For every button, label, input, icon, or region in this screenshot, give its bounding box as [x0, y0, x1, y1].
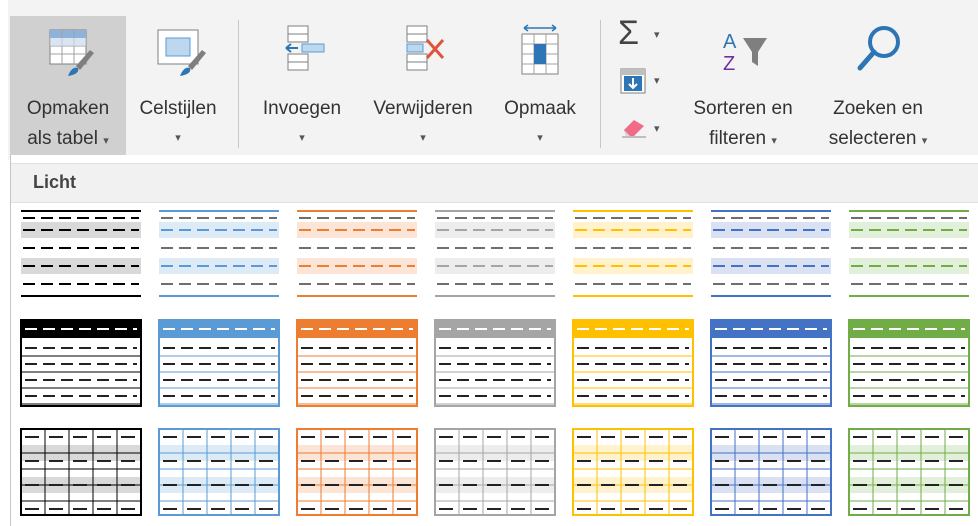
table-style-light-grid-navy[interactable]	[709, 427, 833, 519]
table-style-light-header-black[interactable]	[19, 318, 143, 410]
format-as-table-button[interactable]: Opmaken als tabel ▾	[10, 16, 126, 156]
gallery-section-label: Licht	[33, 172, 76, 192]
table-style-light-grid-gray[interactable]	[433, 427, 557, 519]
find-select-label-1: Zoeken en	[833, 98, 923, 119]
gallery-section-header: Licht	[11, 163, 978, 203]
insert-button[interactable]: Invoegen ▾	[252, 16, 352, 156]
ribbon: Opmaken als tabel ▾ Celstijlen ▾ Invoege…	[0, 0, 978, 160]
table-style-light-grid-gold[interactable]	[571, 427, 695, 519]
table-style-light-banded-gold[interactable]	[571, 208, 695, 300]
table-style-light-banded-green[interactable]	[847, 208, 971, 300]
sort-filter-label-2: filteren ▾	[709, 128, 777, 149]
worksheet-edge	[0, 158, 8, 526]
find-magnifier-icon	[848, 20, 908, 87]
insert-label: Invoegen	[262, 98, 342, 119]
table-style-gallery: Licht	[10, 155, 978, 526]
cell-styles-button[interactable]: Celstijlen ▾	[128, 16, 228, 156]
table-style-light-header-gold[interactable]	[571, 318, 695, 410]
fill-button[interactable]: ▾	[612, 66, 672, 96]
table-style-light-grid-orange[interactable]	[295, 427, 419, 519]
cell-styles-label: Celstijlen	[139, 98, 217, 119]
table-style-light-grid-green[interactable]	[847, 427, 971, 519]
table-style-light-grid-blue[interactable]	[157, 427, 281, 519]
delete-cells-icon	[393, 20, 453, 87]
format-button[interactable]: Opmaak ▾	[490, 16, 590, 156]
fill-down-icon	[620, 68, 646, 99]
sort-filter-icon: A Z	[713, 20, 773, 87]
find-select-label-2: selecteren ▾	[828, 128, 928, 149]
insert-cells-icon	[272, 20, 332, 87]
table-style-light-banded-navy[interactable]	[709, 208, 833, 300]
fill-caret: ▾	[654, 75, 660, 87]
table-style-light-banded-orange[interactable]	[295, 208, 419, 300]
autosum-icon: Σ	[618, 14, 640, 52]
svg-text:Z: Z	[723, 53, 735, 75]
format-as-table-label-1: Opmaken	[26, 98, 110, 119]
delete-button[interactable]: Verwijderen ▾	[358, 16, 488, 156]
format-as-table-label-2: als tabel ▾	[27, 128, 109, 149]
sort-filter-button[interactable]: A Z Sorteren en filteren ▾	[680, 16, 806, 156]
sort-filter-label-1: Sorteren en	[693, 98, 793, 119]
ribbon-separator	[600, 20, 601, 148]
svg-text:A: A	[723, 31, 737, 53]
table-style-light-grid-black[interactable]	[19, 427, 143, 519]
autosum-button[interactable]: Σ ▾	[612, 14, 672, 52]
delete-label: Verwijderen	[373, 98, 473, 119]
cell-styles-icon	[148, 20, 208, 87]
table-style-light-banded-black[interactable]	[19, 208, 143, 300]
delete-caret: ▾	[420, 132, 426, 144]
eraser-icon	[620, 116, 648, 143]
table-style-light-header-orange[interactable]	[295, 318, 419, 410]
clear-button[interactable]: ▾	[612, 112, 672, 142]
format-cells-icon	[510, 20, 570, 87]
format-caret: ▾	[537, 132, 543, 144]
insert-caret: ▾	[299, 132, 305, 144]
find-select-button[interactable]: Zoeken en selecteren ▾	[810, 16, 946, 156]
ribbon-left-edge	[0, 0, 8, 160]
table-style-light-banded-gray[interactable]	[433, 208, 557, 300]
table-style-light-header-gray[interactable]	[433, 318, 557, 410]
table-style-light-header-green[interactable]	[847, 318, 971, 410]
format-label: Opmaak	[504, 98, 576, 119]
table-style-light-header-blue[interactable]	[157, 318, 281, 410]
clear-caret: ▾	[654, 123, 660, 135]
format-as-table-icon	[38, 20, 98, 87]
ribbon-separator	[238, 20, 239, 148]
cell-styles-caret: ▾	[175, 132, 181, 144]
autosum-caret: ▾	[654, 29, 660, 41]
table-style-light-banded-blue[interactable]	[157, 208, 281, 300]
table-style-light-header-navy[interactable]	[709, 318, 833, 410]
